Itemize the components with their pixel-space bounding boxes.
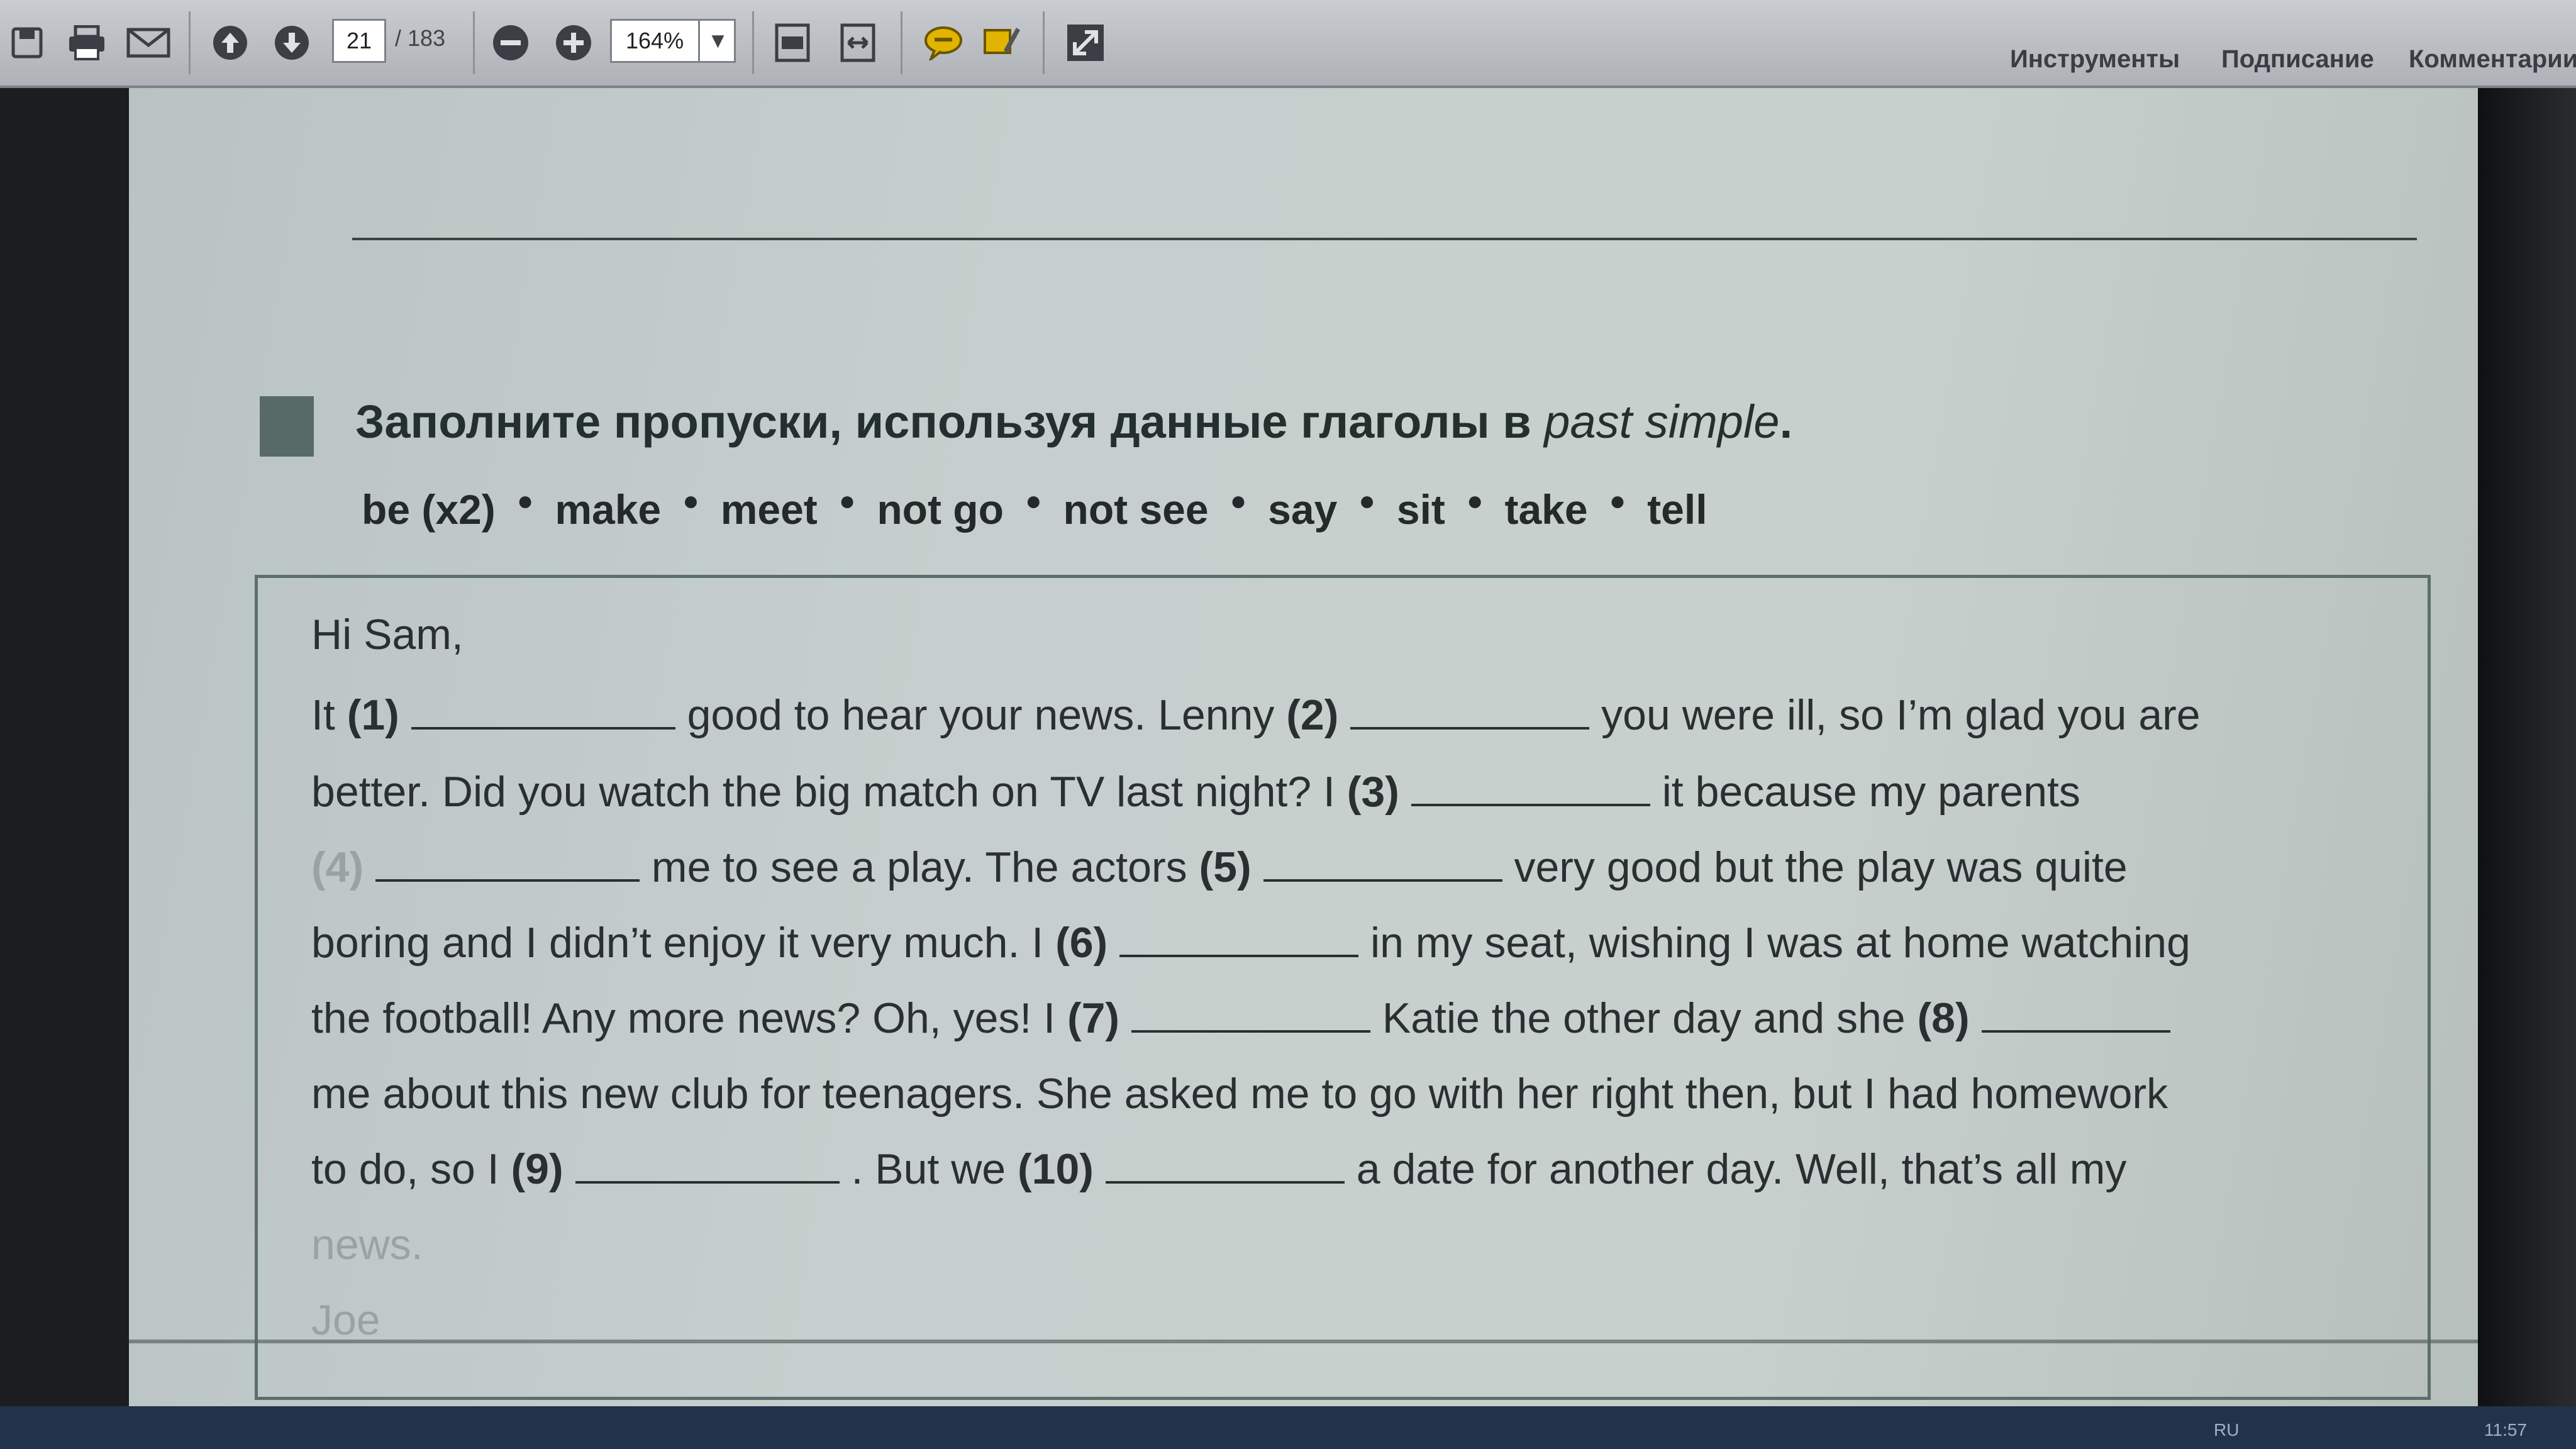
letter-line: better. Did you watch the big match on T… (311, 768, 2080, 816)
gap-2 (1350, 693, 1590, 730)
page-down-icon[interactable] (269, 14, 314, 72)
page-number-input[interactable]: 21 (332, 19, 386, 63)
page-divider (129, 1340, 2478, 1343)
page-up-icon[interactable] (208, 14, 253, 72)
exercise-instruction: Заполните пропуски, используя данные гла… (355, 396, 1793, 448)
gap-4 (375, 845, 640, 882)
chevron-down-icon[interactable]: ▼ (698, 19, 736, 63)
verb: say (1268, 486, 1338, 533)
letter-greeting: Hi Sam, (311, 611, 464, 658)
letter-line: to do, so I (9) . But we (10) a date for… (311, 1145, 2127, 1193)
verb: not see (1063, 486, 1209, 533)
save-icon[interactable] (5, 14, 49, 72)
letter-line: news. (311, 1221, 423, 1269)
gap-6 (1119, 921, 1359, 957)
gap-1 (411, 693, 675, 730)
letter-signoff: Joe (311, 1296, 380, 1344)
verb: be (x2) (362, 486, 496, 533)
fit-width-icon[interactable] (834, 14, 882, 72)
gap-3 (1411, 770, 1650, 806)
letter-line: boring and I didn’t enjoy it very much. … (311, 919, 2190, 967)
highlight-icon[interactable] (979, 14, 1026, 72)
verb: sit (1396, 486, 1445, 533)
gap-7 (1131, 996, 1370, 1033)
verb: make (555, 486, 662, 533)
verb-list: be (x2) ● make ● meet ● not go ● not see ● sa… (362, 486, 1707, 533)
gap-10 (1105, 1147, 1345, 1184)
zoom-in-icon[interactable] (551, 14, 596, 72)
letter-line: the football! Any more news? Oh, yes! I … (311, 994, 2170, 1043)
gap-9 (575, 1147, 840, 1184)
zoom-out-icon[interactable] (488, 14, 533, 72)
print-icon[interactable] (62, 14, 112, 72)
page-total: / 183 (395, 25, 446, 51)
letter-line: (4) me to see a play. The actors (5) ver… (311, 843, 2128, 891)
tools-panel-link[interactable]: Инструменты (2010, 45, 2180, 74)
scrollbar-area[interactable] (2478, 88, 2576, 1449)
expand-icon[interactable] (1062, 14, 1109, 72)
mail-icon[interactable] (123, 14, 174, 72)
fit-page-icon[interactable] (769, 14, 816, 72)
gap-5 (1263, 845, 1502, 882)
exercise-number-marker (260, 396, 314, 457)
answer-line (352, 238, 2417, 240)
verb: tell (1647, 486, 1707, 533)
letter-line: me about this new club for teenagers. Sh… (311, 1070, 2168, 1118)
comment-panel-link[interactable]: Комментарии (2409, 45, 2576, 74)
verb: meet (720, 486, 818, 533)
pdf-toolbar: 21 / 183 164% ▼ Инструменты Подписание К… (0, 0, 2576, 88)
gap-8 (1981, 996, 2170, 1033)
taskbar (0, 1406, 2576, 1449)
comment-icon[interactable] (919, 14, 967, 72)
verb: not go (877, 486, 1004, 533)
letter-line: It (1) good to hear your news. Lenny (2)… (311, 691, 2201, 739)
sign-panel-link[interactable]: Подписание (2221, 45, 2374, 74)
verb: take (1504, 486, 1588, 533)
document-page: Заполните пропуски, используя данные гла… (129, 88, 2478, 1449)
keyboard-language[interactable]: RU (2214, 1420, 2239, 1440)
clock[interactable]: 11:57 (2484, 1420, 2527, 1440)
